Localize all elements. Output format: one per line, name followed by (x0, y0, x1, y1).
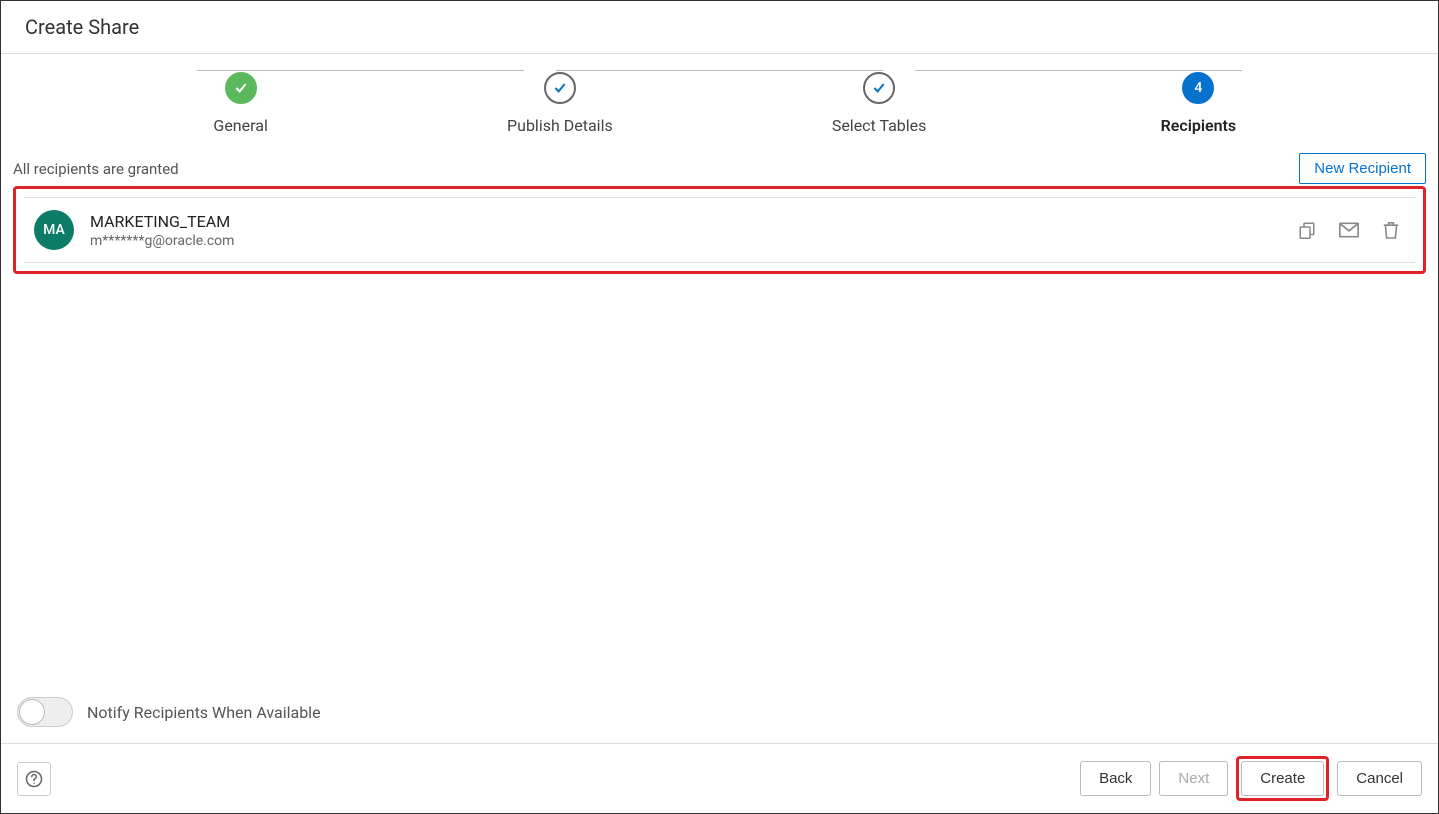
dialog-header: Create Share (1, 1, 1438, 54)
recipients-header: All recipients are granted New Recipient (13, 153, 1426, 186)
recipient-info: MARKETING_TEAM m*******g@oracle.com (90, 212, 1297, 249)
notify-toggle[interactable] (17, 697, 73, 727)
step-connector (556, 70, 883, 71)
new-recipient-button[interactable]: New Recipient (1299, 153, 1426, 184)
step-connector (197, 70, 524, 71)
create-button-highlight: Create (1236, 756, 1329, 801)
step-circle-done-outline (544, 72, 576, 104)
next-button: Next (1159, 761, 1228, 796)
step-label: Select Tables (832, 116, 927, 135)
check-icon (871, 80, 887, 96)
step-recipients[interactable]: 4 Recipients (1039, 72, 1358, 135)
step-circle-done (225, 72, 257, 104)
toggle-knob (19, 699, 45, 725)
step-select-tables[interactable]: Select Tables (720, 72, 1039, 135)
page-title: Create Share (25, 15, 1414, 39)
recipient-email: m*******g@oracle.com (90, 233, 1297, 249)
step-label: Recipients (1161, 116, 1237, 135)
step-publish-details[interactable]: Publish Details (400, 72, 719, 135)
help-icon (25, 770, 43, 788)
email-icon[interactable] (1339, 220, 1359, 240)
cancel-button[interactable]: Cancel (1337, 761, 1422, 796)
row-actions (1297, 220, 1401, 240)
check-icon (233, 80, 249, 96)
notify-label: Notify Recipients When Available (87, 703, 321, 722)
wizard-stepper: General Publish Details Select Tables 4 … (1, 54, 1438, 153)
back-button[interactable]: Back (1080, 761, 1151, 796)
step-label: Publish Details (507, 116, 613, 135)
step-circle-active: 4 (1182, 72, 1214, 104)
copy-icon[interactable] (1297, 220, 1317, 240)
recipients-list-highlight: MA MARKETING_TEAM m*******g@oracle.com (13, 186, 1426, 274)
content-area: All recipients are granted New Recipient… (1, 153, 1438, 743)
avatar: MA (34, 210, 74, 250)
delete-icon[interactable] (1381, 220, 1401, 240)
step-circle-done-outline (863, 72, 895, 104)
check-icon (552, 80, 568, 96)
grant-status-text: All recipients are granted (13, 160, 179, 178)
step-label: General (213, 116, 267, 135)
step-connector (915, 70, 1242, 71)
recipient-name: MARKETING_TEAM (90, 212, 1297, 231)
dialog-footer: Back Next Create Cancel (1, 743, 1438, 813)
help-button[interactable] (17, 762, 51, 796)
notify-row: Notify Recipients When Available (13, 689, 1426, 743)
recipient-row[interactable]: MA MARKETING_TEAM m*******g@oracle.com (24, 197, 1415, 263)
create-button[interactable]: Create (1241, 761, 1324, 796)
step-general[interactable]: General (81, 72, 400, 135)
